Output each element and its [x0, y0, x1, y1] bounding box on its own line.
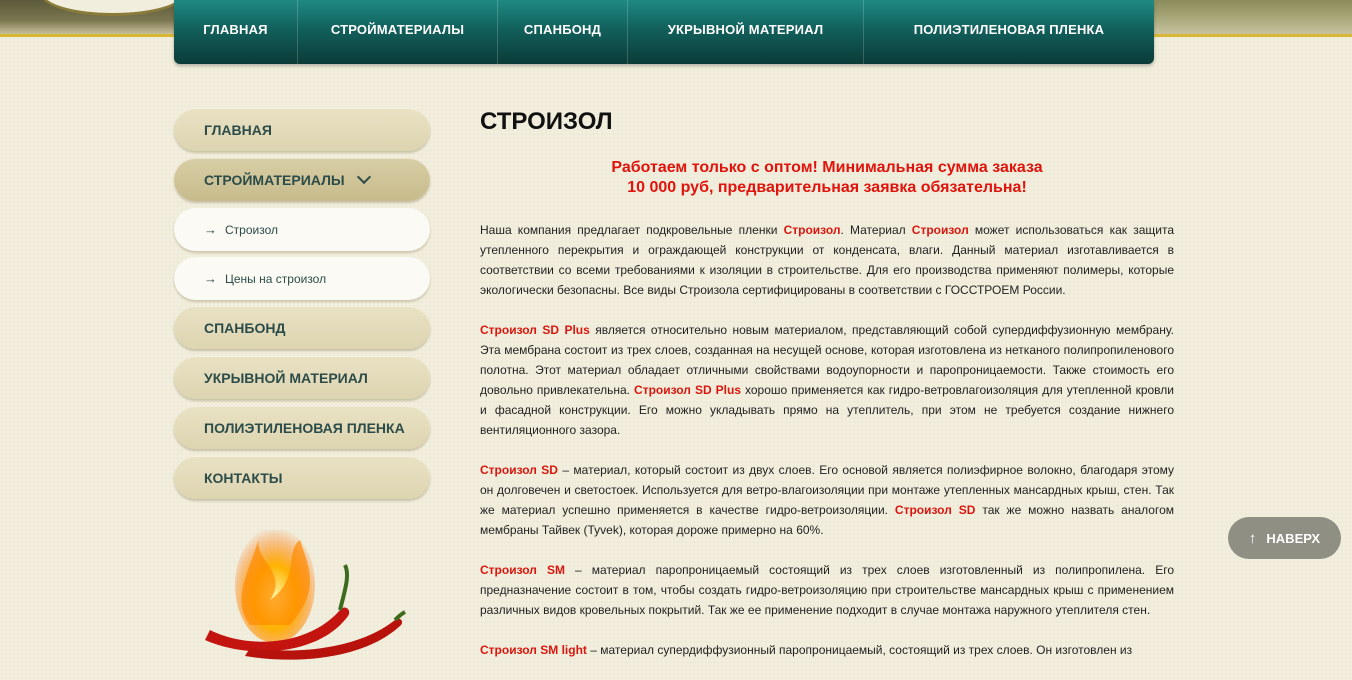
sidebar-item-label: СПАНБОНД — [204, 319, 286, 336]
scroll-to-top-label: НАВЕРХ — [1266, 530, 1321, 546]
highlight: Строизол SM light — [480, 643, 587, 657]
chevron-down-icon — [356, 169, 371, 185]
main-content: СТРОИЗОЛ Работаем только с оптом! Минима… — [480, 104, 1174, 680]
highlight: Строизол — [783, 223, 841, 237]
notice-line-1: Работаем только с оптом! Минимальная сум… — [611, 159, 1043, 176]
topnav-materials[interactable]: СТРОЙМАТЕРИАЛЫ — [298, 0, 498, 64]
sidebar-item-film[interactable]: ПОЛИЭТИЛЕНОВАЯ ПЛЕНКА — [174, 406, 430, 449]
highlight: Строизол SD — [894, 503, 976, 517]
text: . Материал — [840, 223, 912, 237]
text: – материал паропроницаемый состоящий из … — [480, 563, 1174, 617]
page-title: СТРОИЗОЛ — [480, 108, 613, 135]
header-left-decoration — [0, 0, 186, 37]
sidebar-item-label: ГЛАВНАЯ — [204, 121, 272, 138]
paragraph-intro: Наша компания предлагает подкровельные п… — [480, 220, 1174, 300]
paragraph-sm-light: Строизол SM light – материал супердиффуз… — [480, 640, 1174, 660]
highlight: Строизол SM — [480, 563, 565, 577]
scroll-to-top-button[interactable]: ↑ НАВЕРХ — [1228, 517, 1341, 559]
text: – материал супердиффузионный паропроница… — [586, 643, 1133, 657]
sidebar-subitem-prices[interactable]: → Цены на строизол — [174, 257, 430, 300]
sidebar-menu: ГЛАВНАЯ СТРОЙМАТЕРИАЛЫ → Строизол → Цены… — [174, 108, 430, 506]
header-right-decoration — [1154, 0, 1352, 37]
paragraph-sd-plus: Строизол SD Plus является относительно н… — [480, 320, 1174, 440]
sidebar-item-label: УКРЫВНОЙ МАТЕРИАЛ — [204, 369, 368, 386]
sidebar-item-covering[interactable]: УКРЫВНОЙ МАТЕРИАЛ — [174, 356, 430, 399]
arrow-right-icon: → — [204, 222, 217, 237]
sidebar-item-materials[interactable]: СТРОЙМАТЕРИАЛЫ — [174, 158, 430, 201]
paragraph-sd: Строизол SD – материал, который состоит … — [480, 460, 1174, 540]
top-navigation: ГЛАВНАЯ СТРОЙМАТЕРИАЛЫ СПАНБОНД УКРЫВНОЙ… — [174, 0, 1154, 64]
topnav-polyethylene-film[interactable]: ПОЛИЭТИЛЕНОВАЯ ПЛЕНКА — [864, 0, 1154, 64]
topnav-home[interactable]: ГЛАВНАЯ — [174, 0, 298, 64]
chili-pepper-decoration — [205, 530, 406, 660]
highlight: Строизол — [911, 223, 969, 237]
notice-line-2: 10 000 руб, предварительная заявка обяза… — [627, 179, 1027, 196]
wholesale-notice: Работаем только с оптом! Минимальная сум… — [480, 158, 1174, 198]
topnav-spunbond[interactable]: СПАНБОНД — [498, 0, 628, 64]
sidebar-item-label: СТРОЙМАТЕРИАЛЫ — [204, 171, 345, 188]
sidebar-subitem-stroizol[interactable]: → Строизол — [174, 208, 430, 251]
sidebar-item-contacts[interactable]: КОНТАКТЫ — [174, 456, 430, 499]
sidebar-item-label: КОНТАКТЫ — [204, 469, 283, 486]
highlight: Строизол SD — [480, 463, 558, 477]
text: Наша компания предлагает подкровельные п… — [480, 223, 784, 237]
highlight: Строизол SD Plus — [480, 323, 590, 337]
highlight: Строизол SD Plus — [634, 383, 741, 397]
topnav-covering-material[interactable]: УКРЫВНОЙ МАТЕРИАЛ — [628, 0, 864, 64]
sidebar-subitem-label: Строизол — [225, 222, 278, 237]
arrow-right-icon: → — [204, 271, 217, 286]
sidebar-item-home[interactable]: ГЛАВНАЯ — [174, 108, 430, 151]
sidebar-item-spunbond[interactable]: СПАНБОНД — [174, 306, 430, 349]
sidebar-item-label: ПОЛИЭТИЛЕНОВАЯ ПЛЕНКА — [204, 419, 405, 436]
arrow-up-icon: ↑ — [1248, 529, 1257, 547]
paragraph-sm: Строизол SM – материал паропроницаемый с… — [480, 560, 1174, 620]
sidebar-subitem-label: Цены на строизол — [225, 271, 327, 286]
